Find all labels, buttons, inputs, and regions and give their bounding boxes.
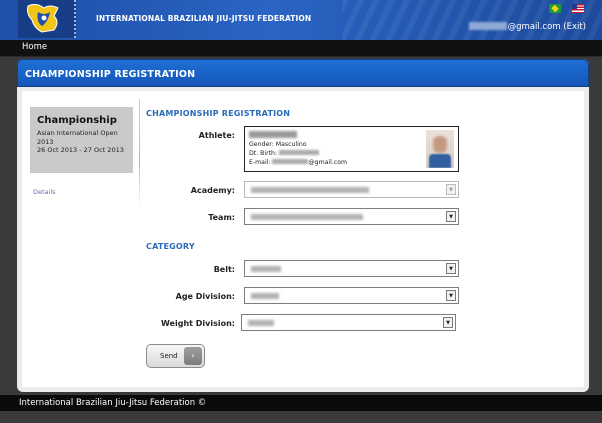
age-division-select[interactable]: ▼ — [244, 287, 459, 304]
weight-division-select[interactable]: ▼ — [241, 314, 456, 331]
birth-label: Dt. Birth: — [249, 150, 278, 157]
belt-label: Belt: — [213, 265, 235, 274]
age-division-label: Age Division: — [175, 292, 235, 301]
academy-label: Academy: — [190, 186, 235, 195]
top-banner: INTERNATIONAL BRAZILIAN JIU-JITSU FEDERA… — [0, 0, 602, 40]
event-dates: 26 Oct 2013 - 27 Oct 2013 — [37, 146, 124, 154]
athlete-face-redacted — [433, 136, 447, 153]
page-title: CHAMPIONSHIP REGISTRATION — [25, 69, 196, 80]
user-email-redacted — [468, 22, 507, 30]
weight-division-value-redacted — [248, 320, 274, 326]
registration-section-title: CHAMPIONSHIP REGISTRATION — [146, 109, 291, 118]
banner-pattern — [342, 0, 602, 40]
chevron-down-icon: ▼ — [443, 317, 453, 328]
send-button[interactable]: Send › — [146, 344, 205, 368]
academy-value-redacted — [251, 187, 369, 193]
email-redacted — [272, 159, 309, 164]
team-value-redacted — [251, 214, 363, 220]
chevron-right-icon: › — [184, 347, 202, 365]
user-email-suffix: @gmail.com — [507, 22, 561, 32]
academy-select[interactable]: ▼ — [244, 181, 459, 198]
belt-select[interactable]: ▼ — [244, 260, 459, 277]
exit-link[interactable]: (Exit) — [563, 22, 586, 32]
birth-redacted — [279, 150, 320, 155]
usa-flag-icon[interactable] — [572, 4, 584, 13]
chevron-down-icon: ▼ — [446, 263, 456, 274]
athlete-gender: Gender: Masculino — [249, 141, 307, 149]
send-label: Send — [160, 352, 178, 360]
athlete-card: Gender: Masculino Dt. Birth: E-mail: @gm… — [244, 126, 459, 172]
championship-info: Championship Asian International Open 20… — [30, 107, 133, 173]
org-name: INTERNATIONAL BRAZILIAN JIU-JITSU FEDERA… — [96, 14, 312, 23]
chevron-down-icon: ▼ — [446, 211, 456, 222]
athlete-label: Athlete: — [198, 131, 235, 140]
footer: International Brazilian Jiu-Jitsu Federa… — [0, 395, 602, 411]
brazil-flag-icon[interactable] — [549, 4, 561, 13]
athlete-email: E-mail: @gmail.com — [249, 159, 347, 167]
footer-text: International Brazilian Jiu-Jitsu Federa… — [19, 398, 207, 408]
details-link[interactable]: Details — [33, 188, 56, 196]
category-section-title: CATEGORY — [146, 242, 195, 251]
gender-label: Gender: — [249, 141, 274, 148]
championship-heading: Championship — [37, 115, 117, 126]
email-label: E-mail: — [249, 159, 271, 166]
event-name: Asian International Open 2013 — [37, 129, 118, 146]
chevron-down-icon: ▼ — [446, 290, 456, 301]
user-account: @gmail.com (Exit) — [468, 22, 586, 32]
athlete-birth: Dt. Birth: — [249, 150, 320, 158]
athlete-body — [429, 154, 451, 168]
weight-division-label: Weight Division: — [161, 319, 235, 328]
nav-home-link[interactable]: Home — [22, 42, 47, 52]
sidebar-divider — [139, 99, 140, 207]
belt-value-redacted — [251, 266, 281, 272]
ibjjf-logo-icon — [27, 3, 59, 33]
age-division-value-redacted — [251, 293, 279, 299]
championship-details: Asian International Open 2013 26 Oct 201… — [37, 129, 129, 155]
athlete-name-redacted — [249, 131, 297, 138]
form-panel: Championship Asian International Open 20… — [22, 91, 584, 387]
team-label: Team: — [208, 213, 235, 222]
nav-bar: Home — [0, 40, 602, 57]
ibjjf-logo[interactable] — [18, 0, 76, 38]
gender-value: Masculino — [275, 141, 307, 148]
email-suffix: @gmail.com — [308, 159, 348, 166]
team-select[interactable]: ▼ — [244, 208, 459, 225]
chevron-down-icon: ▼ — [446, 184, 456, 195]
athlete-photo — [426, 130, 454, 168]
page-header: CHAMPIONSHIP REGISTRATION — [17, 59, 589, 87]
main-content: CHAMPIONSHIP REGISTRATION Championship A… — [17, 59, 589, 392]
